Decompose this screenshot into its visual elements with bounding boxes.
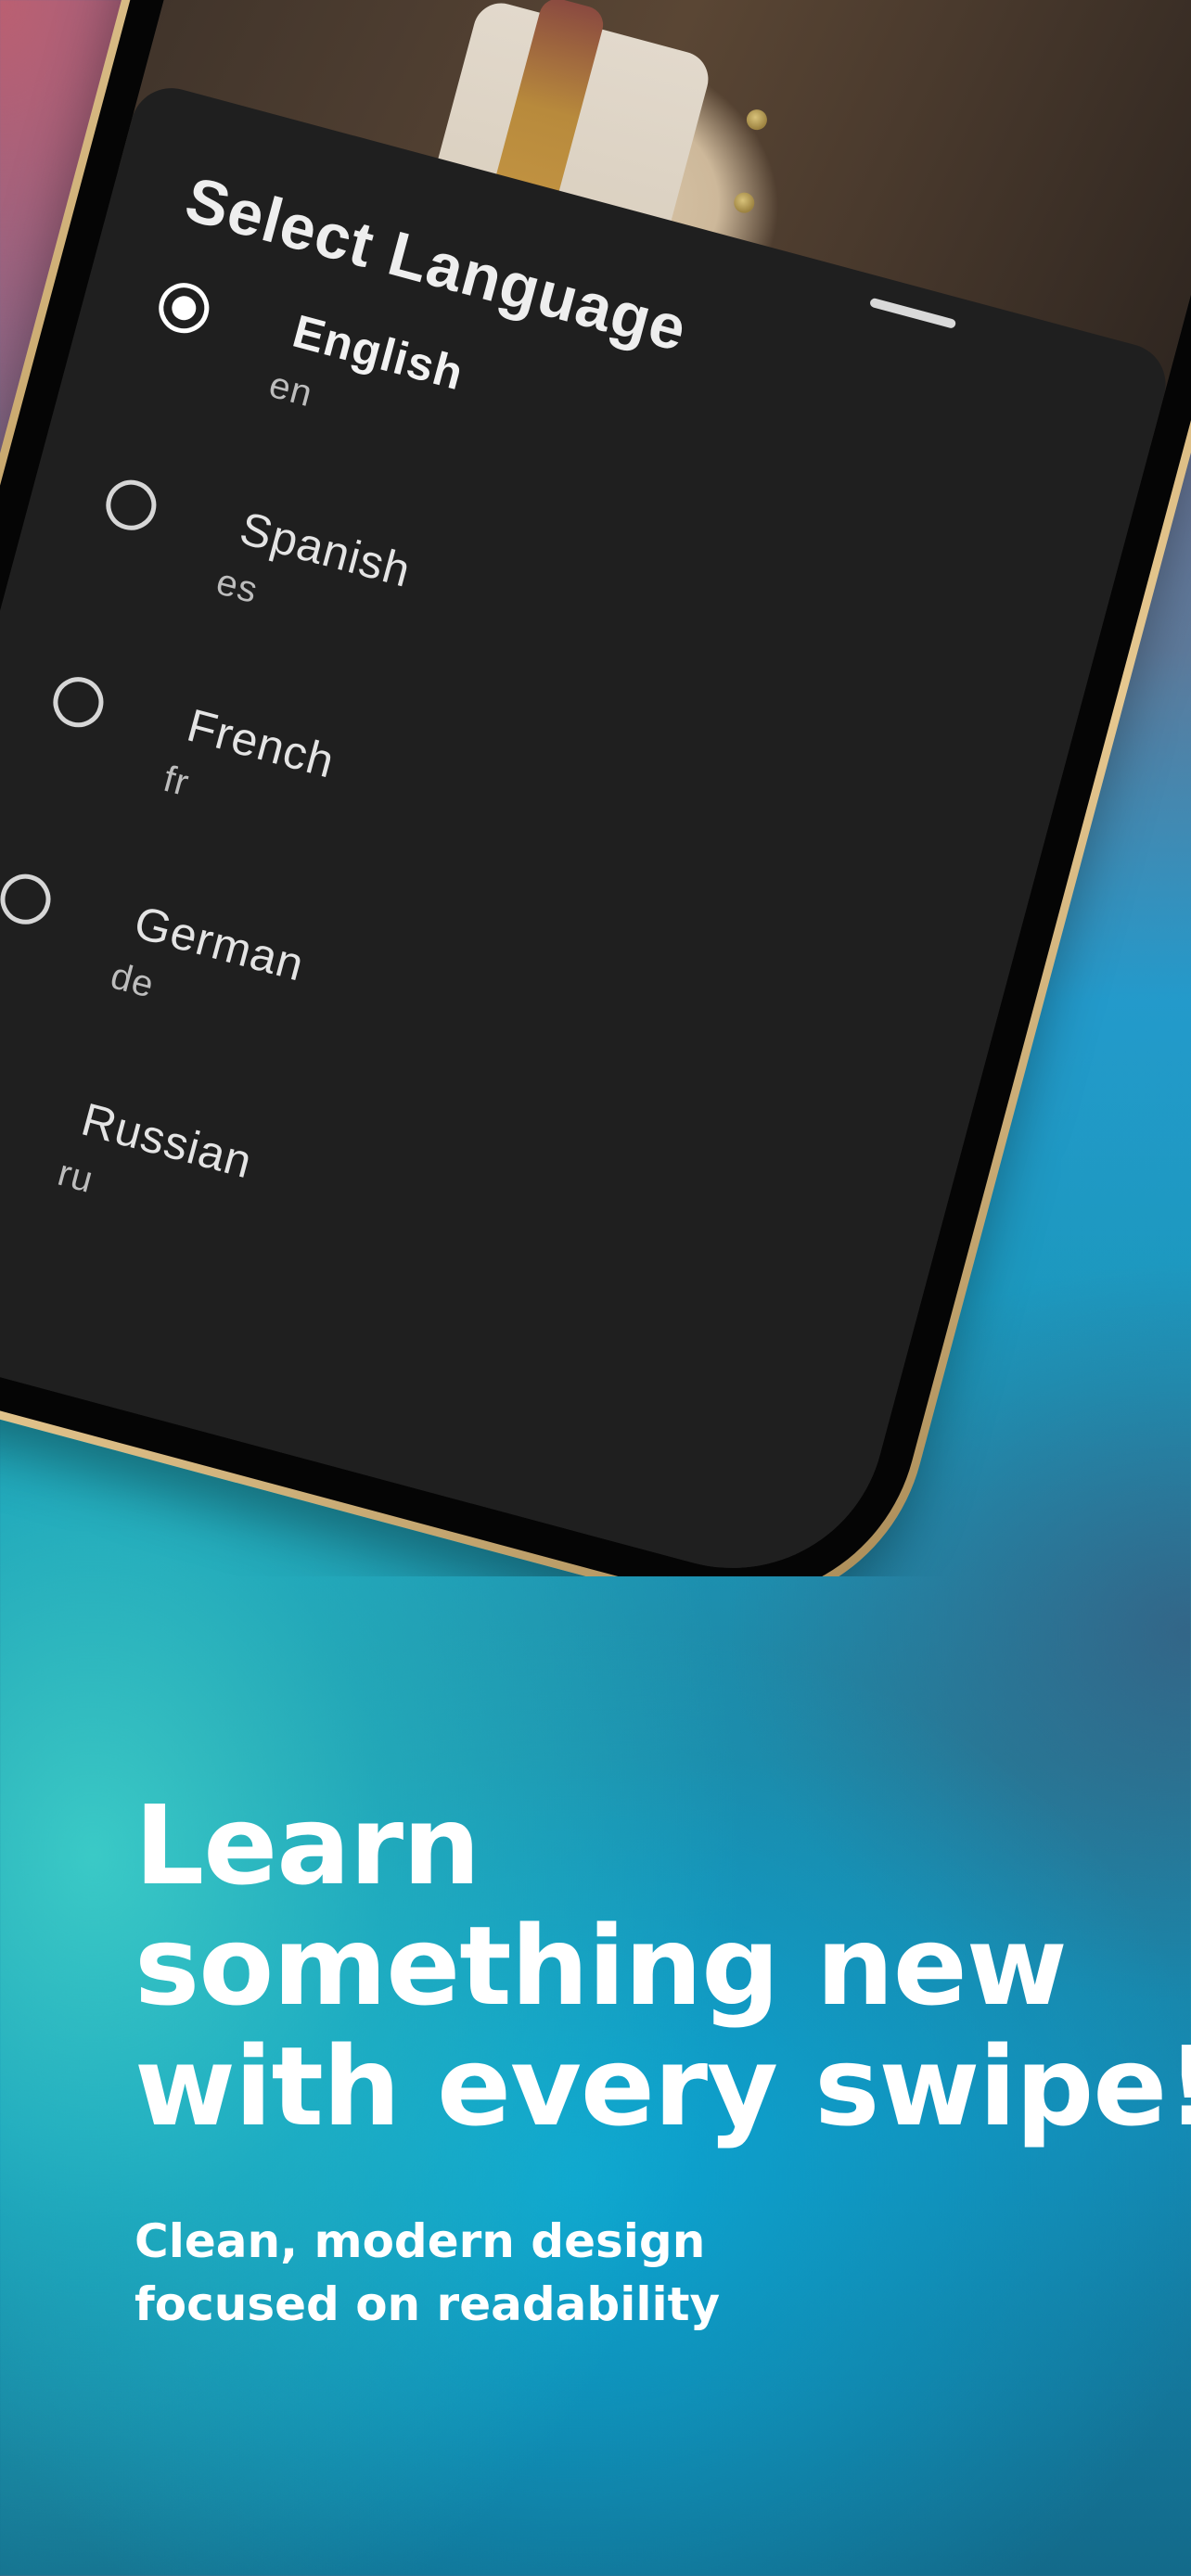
radio-unselected-icon[interactable]: [47, 671, 109, 733]
sheet-drag-handle[interactable]: [868, 297, 957, 329]
language-code: en: [264, 363, 317, 415]
photo-coat-button: [744, 107, 770, 133]
headline-line: Learn: [134, 1781, 480, 1909]
photo-coat-button: [731, 190, 757, 216]
radio-unselected-icon[interactable]: [0, 868, 57, 930]
language-list: English en Spanish es French fr German d…: [0, 268, 975, 1469]
promo-headline: Learn something new with every swipe!: [134, 1785, 1191, 2147]
subheadline-line: focused on readability: [134, 2277, 721, 2331]
headline-line: with every swipe!: [134, 2022, 1191, 2150]
language-code: ru: [53, 1152, 98, 1202]
phone-screen: Select Language English en Spanish es Fr…: [0, 0, 1191, 1576]
language-name: English: [288, 304, 469, 401]
subheadline-line: Clean, modern design: [134, 2214, 706, 2268]
radio-selected-icon[interactable]: [153, 277, 215, 339]
radio-unselected-icon[interactable]: [0, 1065, 4, 1128]
language-code: fr: [159, 758, 194, 805]
language-code: de: [106, 955, 160, 1006]
headline-line: something new: [134, 1902, 1068, 2030]
phone-mockup: Select Language English en Spanish es Fr…: [0, 0, 1191, 1576]
phone-mockup-area: Select Language English en Spanish es Fr…: [0, 0, 1191, 1576]
radio-unselected-icon[interactable]: [100, 474, 162, 536]
language-code: es: [211, 561, 263, 612]
promo-subheadline: Clean, modern design focused on readabil…: [134, 2210, 720, 2336]
